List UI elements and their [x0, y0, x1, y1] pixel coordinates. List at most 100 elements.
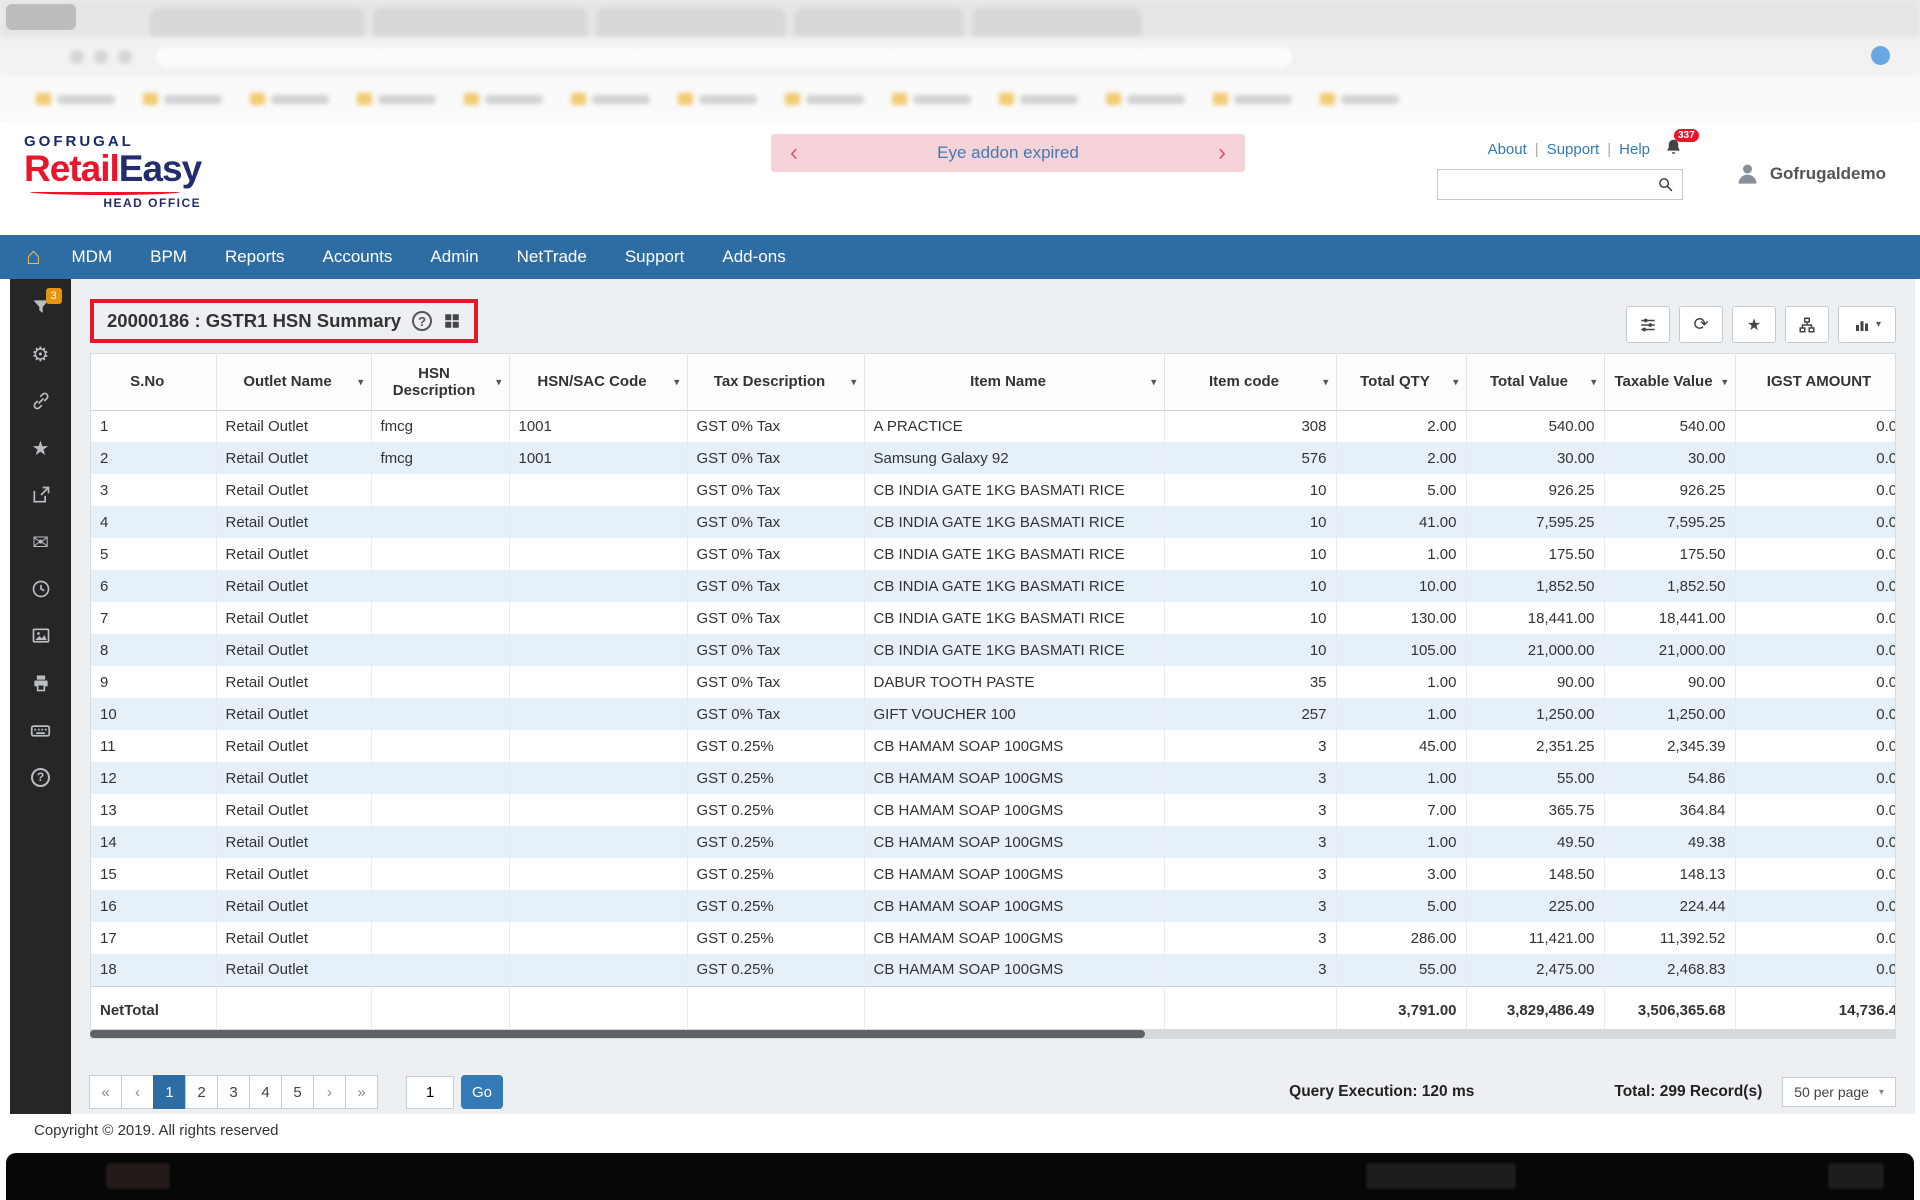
cell-s-no: 1	[91, 410, 216, 442]
header-link-support[interactable]: Support	[1547, 141, 1600, 158]
column-header-tax-description[interactable]: Tax Description▾	[687, 354, 864, 410]
page-button-3[interactable]: 3	[217, 1075, 250, 1109]
bookmark-label-blob	[57, 95, 115, 104]
column-sort-caret-icon[interactable]: ▾	[1151, 375, 1157, 388]
column-header-total-qty[interactable]: Total QTY▾	[1336, 354, 1466, 410]
nav-item-add-ons[interactable]: Add-ons	[703, 235, 804, 279]
share-icon[interactable]	[29, 483, 53, 507]
cell-item-code: 3	[1164, 954, 1336, 986]
keyboard-icon[interactable]	[29, 718, 53, 742]
column-label: HSN Description	[393, 365, 476, 399]
table-row[interactable]: 3Retail OutletGST 0% TaxCB INDIA GATE 1K…	[91, 474, 1896, 506]
user-menu[interactable]: Gofrugaldemo	[1734, 160, 1886, 187]
table-row[interactable]: 6Retail OutletGST 0% TaxCB INDIA GATE 1K…	[91, 570, 1896, 602]
clock-icon[interactable]	[29, 577, 53, 601]
nav-item-accounts[interactable]: Accounts	[303, 235, 411, 279]
table-row[interactable]: 4Retail OutletGST 0% TaxCB INDIA GATE 1K…	[91, 506, 1896, 538]
refresh-button[interactable]: ⟳	[1679, 306, 1723, 343]
table-row[interactable]: 13Retail OutletGST 0.25%CB HAMAM SOAP 10…	[91, 794, 1896, 826]
table-row[interactable]: 14Retail OutletGST 0.25%CB HAMAM SOAP 10…	[91, 826, 1896, 858]
table-row[interactable]: 1Retail Outletfmcg1001GST 0% TaxA PRACTI…	[91, 410, 1896, 442]
column-sort-caret-icon[interactable]: ▾	[358, 375, 364, 388]
table-row[interactable]: 12Retail OutletGST 0.25%CB HAMAM SOAP 10…	[91, 762, 1896, 794]
mail-icon[interactable]: ✉	[29, 530, 53, 554]
chart-view-button[interactable]: ▾	[1838, 306, 1896, 343]
page-button-5[interactable]: 5	[281, 1075, 314, 1109]
column-header-item-code[interactable]: Item code▾	[1164, 354, 1336, 410]
header-link-help[interactable]: Help	[1619, 141, 1650, 158]
settings-button[interactable]	[1626, 306, 1670, 343]
star-icon[interactable]: ★	[29, 436, 53, 460]
column-header-hsn-description[interactable]: HSN Description ▾	[371, 354, 509, 410]
grid-icon[interactable]	[443, 312, 461, 330]
notification-bell[interactable]: 337	[1664, 138, 1683, 161]
hierarchy-button[interactable]	[1785, 306, 1829, 343]
prev-page-button[interactable]: ‹	[121, 1075, 154, 1109]
nav-item-mdm[interactable]: MDM	[53, 235, 132, 279]
table-row[interactable]: 18Retail OutletGST 0.25%CB HAMAM SOAP 10…	[91, 954, 1896, 986]
link-icon[interactable]	[29, 389, 53, 413]
table-row[interactable]: 17Retail OutletGST 0.25%CB HAMAM SOAP 10…	[91, 922, 1896, 954]
cell-item-code: 10	[1164, 474, 1336, 506]
column-sort-caret-icon[interactable]: ▾	[1591, 375, 1597, 388]
per-page-select[interactable]: 50 per page ▾	[1782, 1077, 1896, 1107]
cell-tax-description: GST 0.25%	[687, 922, 864, 954]
page-button-2[interactable]: 2	[185, 1075, 218, 1109]
column-sort-caret-icon[interactable]: ▾	[674, 375, 680, 388]
banner-next-icon[interactable]: ›	[1199, 134, 1245, 172]
table-row[interactable]: 16Retail OutletGST 0.25%CB HAMAM SOAP 10…	[91, 890, 1896, 922]
cell-hsn-description	[371, 954, 509, 986]
horizontal-scrollbar[interactable]	[90, 1029, 1896, 1039]
column-sort-caret-icon[interactable]: ▾	[496, 375, 502, 388]
column-header-outlet-name[interactable]: Outlet Name▾	[216, 354, 371, 410]
search-button[interactable]	[1648, 170, 1682, 199]
cell-hsn-sac-code	[509, 858, 687, 890]
column-sort-caret-icon[interactable]: ▾	[851, 375, 857, 388]
first-page-button[interactable]: «	[89, 1075, 122, 1109]
image-icon[interactable]	[29, 624, 53, 648]
column-sort-caret-icon[interactable]: ▾	[1722, 375, 1728, 388]
table-row[interactable]: 7Retail OutletGST 0% TaxCB INDIA GATE 1K…	[91, 602, 1896, 634]
filter-icon[interactable]: 3	[29, 295, 53, 319]
page-button-1[interactable]: 1	[153, 1075, 186, 1109]
report-help-icon[interactable]: ?	[412, 311, 432, 331]
column-header-total-value[interactable]: Total Value▾	[1466, 354, 1604, 410]
last-page-button[interactable]: »	[345, 1075, 378, 1109]
column-header-s-no[interactable]: S.No	[91, 354, 216, 410]
column-header-item-name[interactable]: Item Name▾	[864, 354, 1164, 410]
table-row[interactable]: 11Retail OutletGST 0.25%CB HAMAM SOAP 10…	[91, 730, 1896, 762]
cell-hsn-sac-code	[509, 666, 687, 698]
nav-item-admin[interactable]: Admin	[411, 235, 497, 279]
next-page-button[interactable]: ›	[313, 1075, 346, 1109]
table-row[interactable]: 15Retail OutletGST 0.25%CB HAMAM SOAP 10…	[91, 858, 1896, 890]
column-header-hsn-sac-code[interactable]: HSN/SAC Code▾	[509, 354, 687, 410]
table-row[interactable]: 8Retail OutletGST 0% TaxCB INDIA GATE 1K…	[91, 634, 1896, 666]
column-sort-caret-icon[interactable]: ▾	[1453, 375, 1459, 388]
nav-item-nettrade[interactable]: NetTrade	[498, 235, 606, 279]
table-row[interactable]: 10Retail OutletGST 0% TaxGIFT VOUCHER 10…	[91, 698, 1896, 730]
printer-icon[interactable]	[29, 671, 53, 695]
cell-total-qty: 286.00	[1336, 922, 1466, 954]
column-header-igst-amount[interactable]: IGST AMOUNT▾	[1735, 354, 1896, 410]
nav-item-support[interactable]: Support	[606, 235, 704, 279]
cell-total-qty: 1.00	[1336, 666, 1466, 698]
go-button[interactable]: Go	[461, 1075, 503, 1109]
nav-item-bpm[interactable]: BPM	[131, 235, 206, 279]
home-icon[interactable]: ⌂	[26, 235, 41, 279]
favorite-button[interactable]: ★	[1732, 306, 1776, 343]
scrollbar-thumb[interactable]	[90, 1030, 1145, 1038]
table-row[interactable]: 2Retail Outletfmcg1001GST 0% TaxSamsung …	[91, 442, 1896, 474]
nav-item-reports[interactable]: Reports	[206, 235, 304, 279]
banner-prev-icon[interactable]: ‹	[771, 134, 817, 172]
table-row[interactable]: 9Retail OutletGST 0% TaxDABUR TOOTH PAST…	[91, 666, 1896, 698]
help-icon[interactable]: ?	[29, 765, 53, 789]
header-link-about[interactable]: About	[1488, 141, 1527, 158]
goto-page-input[interactable]	[406, 1076, 454, 1109]
column-header-taxable-value[interactable]: Taxable Value▾	[1604, 354, 1735, 410]
page-button-4[interactable]: 4	[249, 1075, 282, 1109]
table-row[interactable]: 5Retail OutletGST 0% TaxCB INDIA GATE 1K…	[91, 538, 1896, 570]
cell-hsn-sac-code: 1001	[509, 410, 687, 442]
gear-icon[interactable]: ⚙	[29, 342, 53, 366]
search-input[interactable]	[1438, 177, 1648, 193]
column-sort-caret-icon[interactable]: ▾	[1323, 375, 1329, 388]
